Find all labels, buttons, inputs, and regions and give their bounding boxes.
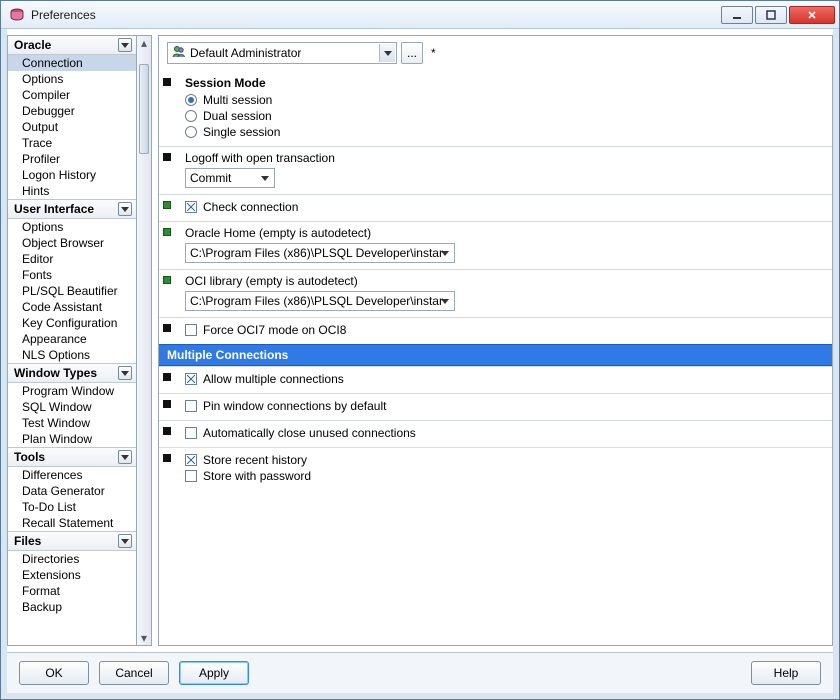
window-title: Preferences — [31, 8, 721, 22]
sidebar-item-object-browser[interactable]: Object Browser — [8, 235, 136, 251]
store-password-checkbox[interactable] — [185, 470, 197, 482]
titlebar[interactable]: Preferences — [1, 1, 839, 29]
setting-marker — [163, 373, 171, 381]
sidebar-item-debugger[interactable]: Debugger — [8, 103, 136, 119]
setting-marker — [163, 400, 171, 408]
sidebar-item-options[interactable]: Options — [8, 219, 136, 235]
section-collapse-icon[interactable] — [118, 534, 132, 548]
setting-marker — [163, 276, 171, 284]
apply-button[interactable]: Apply — [179, 661, 249, 685]
sidebar-item-connection[interactable]: Connection — [8, 55, 136, 71]
sidebar-item-extensions[interactable]: Extensions — [8, 567, 136, 583]
close-button[interactable] — [789, 6, 835, 24]
section-collapse-icon[interactable] — [118, 366, 132, 380]
section-head-oracle[interactable]: Oracle — [8, 36, 136, 55]
preferences-window: Preferences OracleConnectionOptionsCompi… — [0, 0, 840, 700]
scroll-thumb[interactable] — [139, 64, 149, 154]
allow-multiple-checkbox[interactable] — [185, 373, 197, 385]
people-icon — [172, 45, 186, 62]
sidebar-item-backup[interactable]: Backup — [8, 599, 136, 615]
app-icon — [9, 7, 25, 23]
sidebar-item-plan-window[interactable]: Plan Window — [8, 431, 136, 447]
dialog-footer: OK Cancel Apply Help — [7, 652, 833, 693]
sidebar-item-recall-statement[interactable]: Recall Statement — [8, 515, 136, 531]
sidebar-item-trace[interactable]: Trace — [8, 135, 136, 151]
profile-label: Default Administrator — [190, 46, 301, 60]
sidebar-item-profiler[interactable]: Profiler — [8, 151, 136, 167]
sidebar-item-hints[interactable]: Hints — [8, 183, 136, 199]
chevron-down-icon — [437, 293, 453, 309]
sidebar-item-logon-history[interactable]: Logon History — [8, 167, 136, 183]
profile-browse-button[interactable]: ... — [401, 42, 423, 64]
force-oci7-checkbox[interactable] — [185, 324, 197, 336]
setting-marker — [163, 427, 171, 435]
help-button[interactable]: Help — [751, 661, 821, 685]
setting-marker — [163, 78, 171, 86]
store-recent-checkbox[interactable] — [185, 454, 197, 466]
sidebar-scrollbar[interactable]: ▴ ▾ — [137, 35, 152, 646]
sidebar-item-differences[interactable]: Differences — [8, 467, 136, 483]
auto-close-checkbox[interactable] — [185, 427, 197, 439]
settings-panel: Default Administrator ... * Session Mode… — [158, 35, 833, 646]
sidebar-item-options[interactable]: Options — [8, 71, 136, 87]
sidebar-item-code-assistant[interactable]: Code Assistant — [8, 299, 136, 315]
section-collapse-icon[interactable] — [118, 202, 132, 216]
chevron-down-icon — [257, 170, 273, 186]
section-head-user-interface[interactable]: User Interface — [8, 199, 136, 219]
sidebar-item-compiler[interactable]: Compiler — [8, 87, 136, 103]
category-tree[interactable]: OracleConnectionOptionsCompilerDebuggerO… — [7, 35, 137, 646]
radio-dual-session[interactable] — [185, 110, 197, 122]
sidebar-item-format[interactable]: Format — [8, 583, 136, 599]
section-collapse-icon[interactable] — [118, 450, 132, 464]
chevron-down-icon — [437, 245, 453, 261]
scroll-down-icon[interactable]: ▾ — [137, 631, 151, 645]
scroll-up-icon[interactable]: ▴ — [137, 36, 151, 50]
section-head-window-types[interactable]: Window Types — [8, 363, 136, 383]
cancel-button[interactable]: Cancel — [99, 661, 169, 685]
sidebar-item-data-generator[interactable]: Data Generator — [8, 483, 136, 499]
sidebar-item-sql-window[interactable]: SQL Window — [8, 399, 136, 415]
sidebar-item-nls-options[interactable]: NLS Options — [8, 347, 136, 363]
logoff-dropdown[interactable]: Commit — [185, 168, 275, 188]
modified-indicator: * — [431, 46, 436, 60]
sidebar-item-program-window[interactable]: Program Window — [8, 383, 136, 399]
sidebar-item-test-window[interactable]: Test Window — [8, 415, 136, 431]
section-collapse-icon[interactable] — [118, 38, 132, 52]
section-head-tools[interactable]: Tools — [8, 447, 136, 467]
setting-marker — [163, 153, 171, 161]
setting-marker — [163, 201, 171, 209]
oracle-home-dropdown[interactable]: C:\Program Files (x86)\PLSQL Developer\i… — [185, 243, 455, 263]
setting-marker — [163, 454, 171, 462]
radio-multi-session[interactable] — [185, 94, 197, 106]
ok-button[interactable]: OK — [19, 661, 89, 685]
chevron-down-icon — [379, 44, 395, 62]
sidebar-item-directories[interactable]: Directories — [8, 551, 136, 567]
session-mode-title: Session Mode — [185, 76, 824, 90]
check-connection-checkbox[interactable] — [185, 201, 197, 213]
oci-library-label: OCI library (empty is autodetect) — [185, 274, 824, 288]
sidebar-item-fonts[interactable]: Fonts — [8, 267, 136, 283]
sidebar-item-pl-sql-beautifier[interactable]: PL/SQL Beautifier — [8, 283, 136, 299]
multiple-connections-banner: Multiple Connections — [159, 344, 832, 366]
sidebar-item-editor[interactable]: Editor — [8, 251, 136, 267]
oci-library-dropdown[interactable]: C:\Program Files (x86)\PLSQL Developer\i… — [185, 291, 455, 311]
sidebar-item-to-do-list[interactable]: To-Do List — [8, 499, 136, 515]
oracle-home-label: Oracle Home (empty is autodetect) — [185, 226, 824, 240]
pin-window-checkbox[interactable] — [185, 400, 197, 412]
sidebar-item-appearance[interactable]: Appearance — [8, 331, 136, 347]
minimize-button[interactable] — [721, 6, 753, 24]
setting-marker — [163, 324, 171, 332]
setting-marker — [163, 228, 171, 236]
section-head-files[interactable]: Files — [8, 531, 136, 551]
profile-dropdown[interactable]: Default Administrator — [167, 42, 397, 64]
radio-single-session[interactable] — [185, 126, 197, 138]
sidebar-item-key-configuration[interactable]: Key Configuration — [8, 315, 136, 331]
maximize-button[interactable] — [755, 6, 787, 24]
logoff-label: Logoff with open transaction — [185, 151, 824, 165]
sidebar-item-output[interactable]: Output — [8, 119, 136, 135]
